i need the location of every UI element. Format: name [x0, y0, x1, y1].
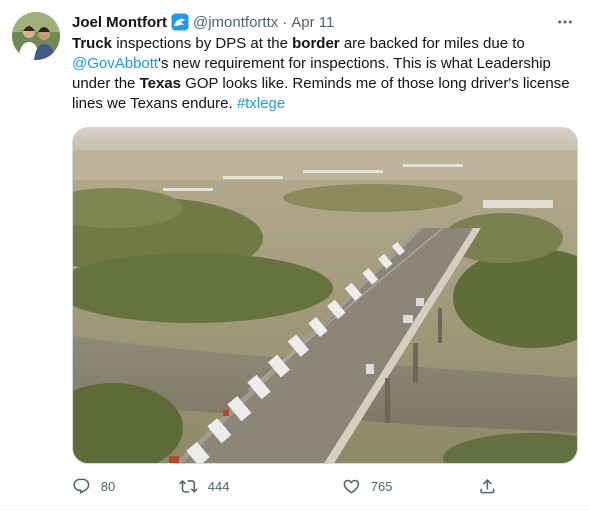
like-count: 765 [370, 478, 393, 494]
tweet-text: Truck inspections by DPS at the border a… [72, 34, 577, 114]
bridge-photo [73, 128, 577, 463]
more-icon[interactable] [555, 12, 575, 32]
share-icon [480, 478, 495, 494]
text-bold: Truck [72, 35, 113, 52]
timestamp[interactable]: Apr 11 [291, 14, 334, 31]
share-button[interactable] [478, 476, 507, 496]
text-bold: Texas [139, 75, 181, 92]
hashtag-link[interactable]: #txlege [237, 95, 285, 112]
reply-icon [73, 478, 90, 494]
mention-link[interactable]: @GovAbbott [72, 55, 158, 72]
text-bold: border [292, 35, 340, 52]
action-bar: 80 444 765 [72, 476, 508, 496]
author-name[interactable]: Joel Montfort [72, 14, 167, 31]
text-plain: are backed for miles due to [339, 35, 525, 52]
wave-badge-icon [171, 13, 189, 31]
separator: · [282, 13, 288, 31]
retweet-button[interactable]: 444 [179, 476, 229, 496]
tweet[interactable]: Joel Montfort @jmontforttx · Apr 11 Truc… [0, 0, 589, 510]
reply-button[interactable]: 80 [72, 476, 115, 496]
avatar[interactable] [12, 12, 60, 60]
retweet-icon [179, 479, 198, 493]
retweet-count: 444 [207, 478, 230, 494]
text-plain: inspections by DPS at the [112, 35, 293, 52]
avatar-photo [12, 12, 60, 60]
author-handle[interactable]: @jmontforttx [193, 14, 278, 31]
tweet-media[interactable] [72, 127, 578, 464]
like-button[interactable]: 765 [342, 476, 392, 496]
reply-count: 80 [100, 478, 116, 494]
tweet-header: Joel Montfort @jmontforttx · Apr 11 [72, 12, 334, 32]
heart-icon [343, 479, 360, 494]
